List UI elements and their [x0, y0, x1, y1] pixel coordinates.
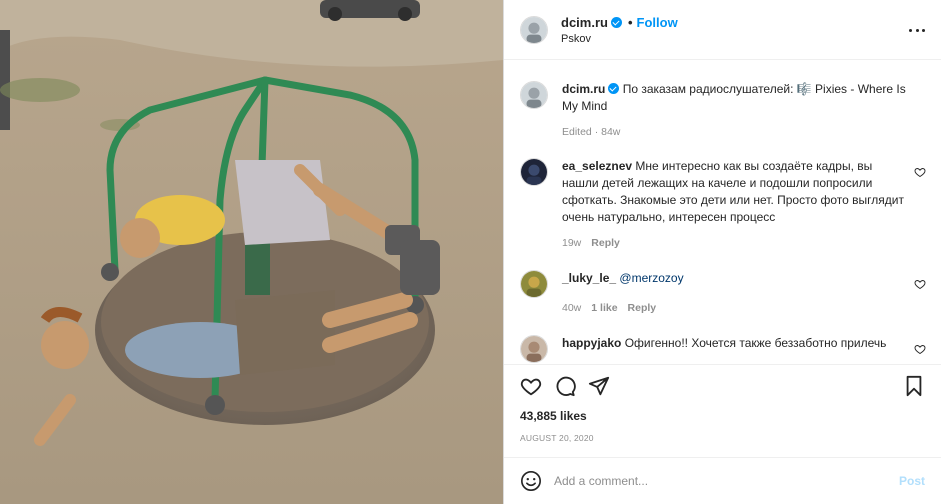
post-author: dcim.ru • Follow [561, 15, 678, 30]
save-icon[interactable] [903, 375, 925, 397]
follow-button[interactable]: Follow [637, 15, 678, 30]
avatar[interactable] [520, 16, 548, 44]
comment-username[interactable]: ea_seleznev [562, 159, 632, 173]
comment-meta: 19w Reply [562, 237, 620, 249]
comment-meta: 40w 1 like Reply [562, 302, 656, 314]
author-username[interactable]: dcim.ru [561, 15, 608, 30]
post-photo[interactable] [0, 0, 503, 504]
avatar[interactable] [520, 270, 548, 298]
playground-photo-image [0, 0, 503, 504]
comment-text-block: happyjako Офигенно!! Хочется также безза… [562, 335, 912, 352]
comment-text-block: ea_seleznev Мне интересно как вы создаёт… [562, 158, 912, 226]
caption-meta: Edited · 84w [562, 126, 621, 138]
post-side-panel: dcim.ru • Follow Pskov dcim.ru По заказам … [503, 0, 941, 504]
post-date: AUGUST 20, 2020 [520, 433, 594, 443]
post-actions-bar [504, 364, 941, 404]
caption-username[interactable]: dcim.ru [562, 82, 605, 96]
comment-username[interactable]: happyjako [562, 336, 621, 350]
post-comment-button[interactable]: Post [899, 474, 925, 488]
avatar[interactable] [520, 335, 548, 363]
comment-icon[interactable] [554, 375, 576, 397]
comment-time: 19w [562, 237, 582, 249]
emoji-icon[interactable] [520, 470, 542, 492]
comment-text-block: _luky_le_ @merzozoy [562, 270, 912, 287]
likes-count[interactable]: 43,885 likes [520, 409, 587, 423]
heart-icon[interactable] [914, 166, 926, 178]
comment-username[interactable]: _luky_le_ [562, 271, 616, 285]
post-header: dcim.ru • Follow Pskov [504, 0, 941, 60]
avatar[interactable] [520, 81, 548, 109]
comment-likes-count[interactable]: 1 like [591, 302, 617, 314]
separator-dot: • [627, 15, 633, 30]
heart-icon[interactable] [520, 375, 542, 397]
more-options-icon[interactable] [909, 22, 925, 38]
share-icon[interactable] [588, 375, 610, 397]
comment-input[interactable] [554, 471, 874, 491]
comment-mention-link[interactable]: @merzozoy [619, 271, 683, 285]
verified-badge-icon [608, 83, 620, 94]
avatar[interactable] [520, 158, 548, 186]
heart-icon[interactable] [914, 343, 926, 355]
comment-time: 40w [562, 302, 582, 314]
heart-icon[interactable] [914, 278, 926, 290]
caption-text-block: dcim.ru По заказам радиослушателей: 🎼 Pi… [562, 81, 912, 115]
reply-button[interactable]: Reply [591, 237, 620, 249]
comments-list[interactable]: dcim.ru По заказам радиослушателей: 🎼 Pi… [504, 61, 941, 364]
comment-text: Офигенно!! Хочется также беззаботно прил… [624, 336, 887, 350]
add-comment-bar: Post [504, 457, 941, 504]
reply-button[interactable]: Reply [628, 302, 657, 314]
verified-badge-icon [610, 17, 622, 28]
location-link[interactable]: Pskov [561, 33, 591, 45]
